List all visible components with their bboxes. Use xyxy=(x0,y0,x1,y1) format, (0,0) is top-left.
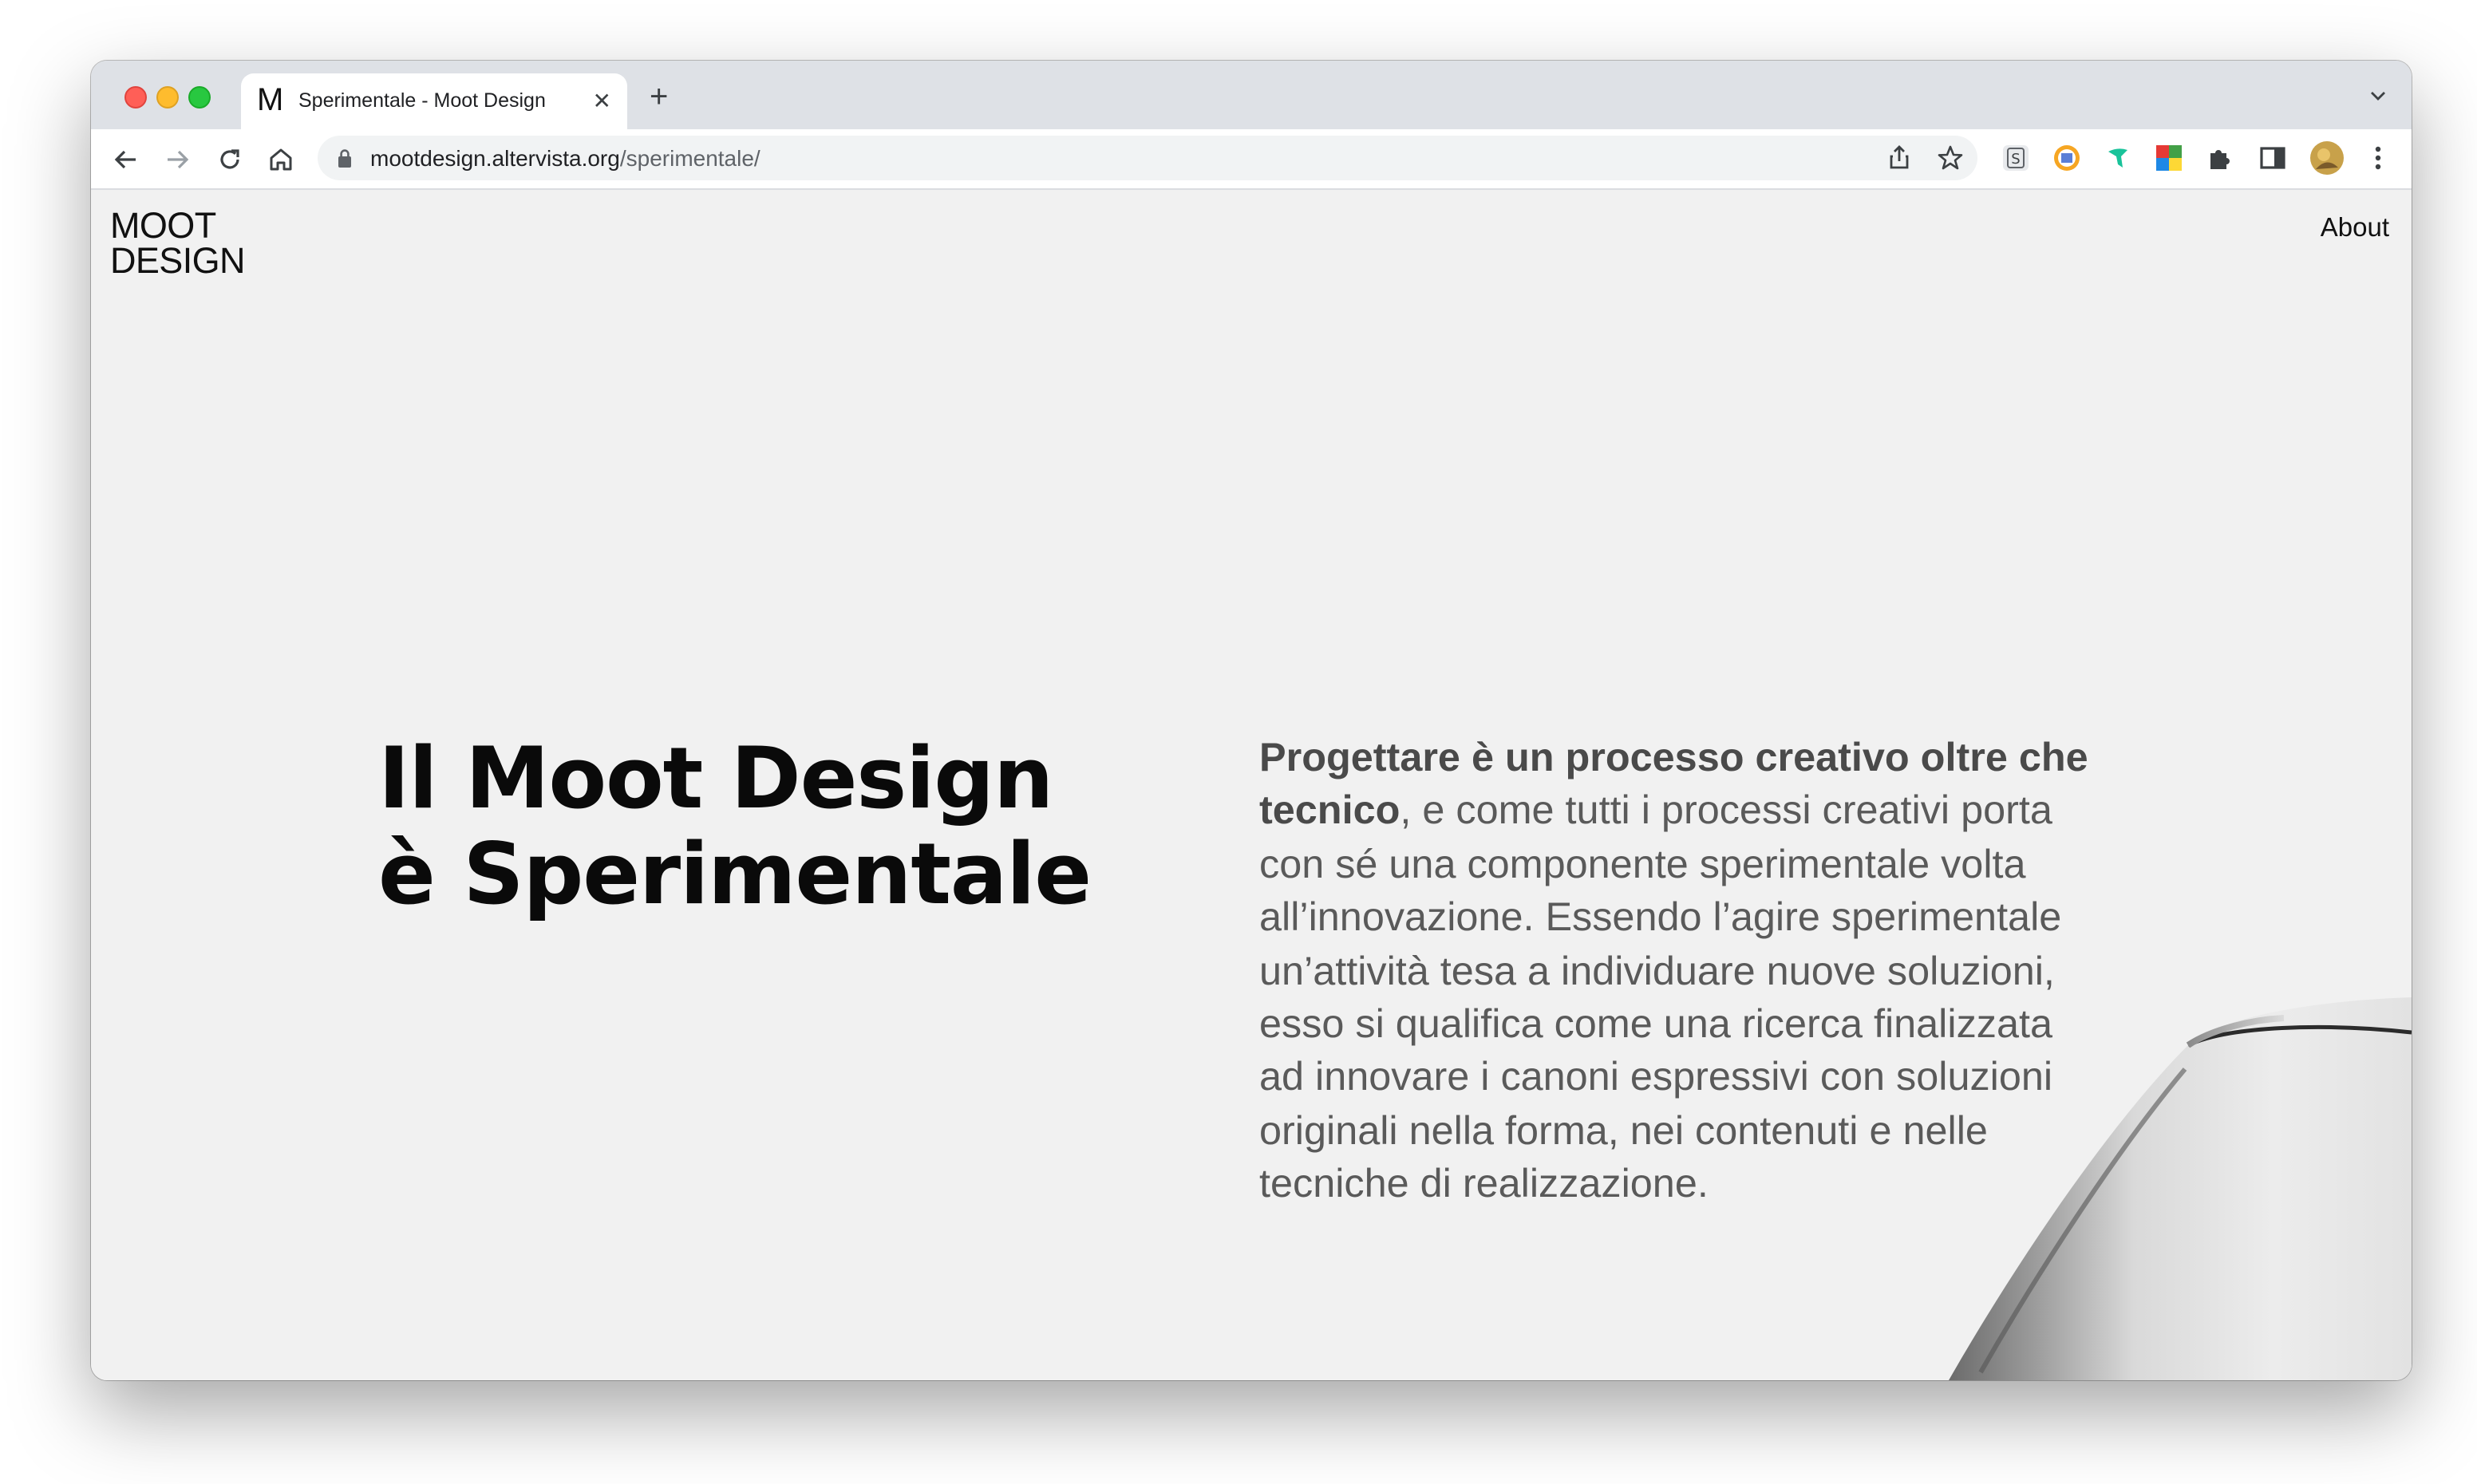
headline-line-1: Il Moot Design xyxy=(378,731,1053,828)
forward-arrow-icon[interactable] xyxy=(161,144,193,176)
logo-line-2: DESIGN xyxy=(110,241,246,281)
url-text[interactable]: mootdesign.altervista.org/sperimentale/ xyxy=(370,145,760,171)
home-icon[interactable] xyxy=(265,144,297,176)
svg-text:S: S xyxy=(2011,151,2020,168)
browser-window: M Sperimentale - Moot Design ✕ + mootdes… xyxy=(91,61,2412,1380)
intro-rest: , e come tutti i processi creativi porta… xyxy=(1259,788,2062,1207)
share-icon[interactable] xyxy=(1885,144,1914,172)
extension-circle-icon[interactable] xyxy=(2052,144,2081,172)
site-logo[interactable]: MOOT DESIGN xyxy=(110,206,246,281)
site-favicon-icon: M xyxy=(257,83,284,118)
reload-icon[interactable] xyxy=(214,144,246,176)
tab-sperimentale[interactable]: M Sperimentale - Moot Design ✕ xyxy=(241,73,627,129)
profile-avatar[interactable] xyxy=(2309,140,2345,176)
side-panel-icon[interactable] xyxy=(2258,144,2287,172)
extension-colorful-icon[interactable] xyxy=(2155,144,2183,172)
address-bar[interactable]: mootdesign.altervista.org/sperimentale/ xyxy=(318,136,1977,180)
extension-s-icon[interactable]: S xyxy=(2001,144,2030,172)
nav-about-link[interactable]: About xyxy=(2321,214,2389,244)
maximize-window-button[interactable] xyxy=(188,86,211,109)
browser-toolbar: mootdesign.altervista.org/sperimentale/ … xyxy=(91,129,2412,190)
page-content: MOOT DESIGN About Il Moot Design è Speri… xyxy=(91,190,2412,1380)
tab-title: Sperimentale - Moot Design xyxy=(298,89,546,112)
logo-line-1: MOOT xyxy=(110,206,216,246)
glass-vase-image xyxy=(1949,997,2412,1380)
tab-search-chevron-icon[interactable] xyxy=(2370,88,2386,104)
close-window-button[interactable] xyxy=(124,86,147,109)
extensions-puzzle-icon[interactable] xyxy=(2206,144,2234,172)
more-menu-icon[interactable] xyxy=(2364,144,2392,172)
tab-strip: M Sperimentale - Moot Design ✕ + xyxy=(91,61,2412,129)
minimize-window-button[interactable] xyxy=(156,86,179,109)
headline-line-2: è Sperimentale xyxy=(378,827,1092,924)
page-headline: Il Moot Design è Sperimentale xyxy=(378,731,1092,924)
tab-close-icon[interactable]: ✕ xyxy=(593,86,611,115)
star-icon[interactable] xyxy=(1936,144,1965,172)
new-tab-button[interactable]: + xyxy=(650,81,668,113)
extension-bird-icon[interactable] xyxy=(2104,144,2132,172)
lock-icon[interactable] xyxy=(337,148,353,168)
back-arrow-icon[interactable] xyxy=(110,144,142,176)
